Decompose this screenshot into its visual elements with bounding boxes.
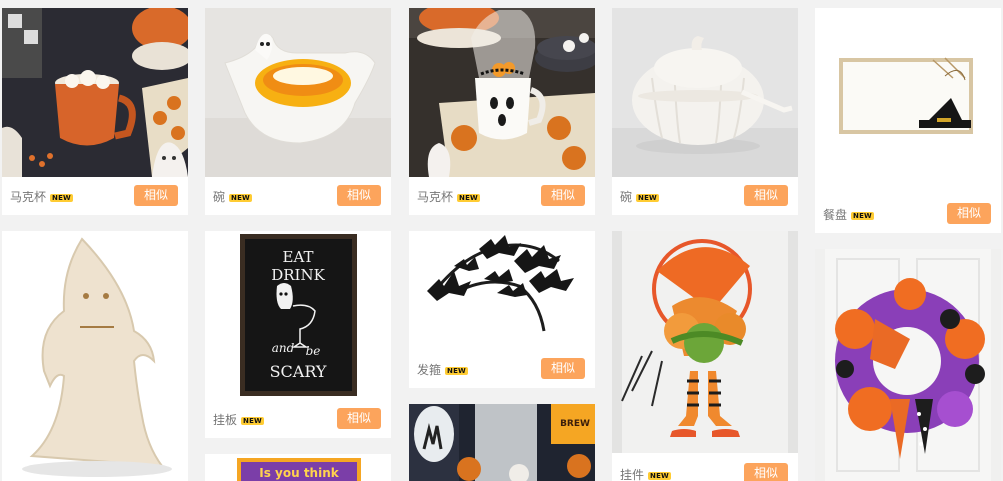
product-label: 碗 NEW: [620, 188, 659, 205]
product-image[interactable]: [815, 8, 1001, 195]
category-text: 挂件: [620, 468, 645, 481]
product-image[interactable]: [612, 8, 798, 177]
product-card-headband[interactable]: 发箍 NEW 相似: [409, 231, 595, 388]
similar-button[interactable]: 相似: [337, 408, 381, 429]
product-label: 发箍 NEW: [417, 361, 468, 378]
similar-button[interactable]: 相似: [744, 185, 788, 206]
category-text: 发箍: [417, 363, 442, 377]
similar-button[interactable]: 相似: [744, 463, 788, 481]
product-label: 餐盘 NEW: [823, 206, 874, 223]
product-image[interactable]: [409, 8, 595, 177]
sign-text-eat: EAT: [283, 248, 314, 266]
product-card-bowl-2[interactable]: 碗 NEW 相似: [612, 8, 798, 215]
brew-text: BREW: [560, 419, 590, 429]
category-text: 马克杯: [10, 190, 47, 204]
card-footer: 碗 NEW 相似: [205, 175, 391, 215]
sign-text-scary: SCARY: [270, 362, 327, 381]
card-footer: 挂板 NEW 相似: [205, 398, 391, 438]
product-label: 马克杯 NEW: [10, 188, 73, 205]
product-image[interactable]: [2, 231, 188, 481]
card-footer: 马克杯 NEW 相似: [409, 175, 595, 215]
similar-button[interactable]: 相似: [337, 185, 381, 206]
product-card-mesh-wreath[interactable]: [815, 249, 1001, 481]
product-label: 挂板 NEW: [213, 411, 264, 428]
product-card-mug-1[interactable]: 马克杯 NEW 相似: [2, 8, 188, 215]
product-card-table-setting[interactable]: BREW: [409, 404, 595, 481]
new-badge: NEW: [851, 211, 874, 220]
similar-button[interactable]: 相似: [947, 203, 991, 224]
product-card-wall-sign[interactable]: EAT DRINK and be SCARY 挂板 NEW 相似: [205, 231, 391, 438]
product-label: 马克杯 NEW: [417, 188, 480, 205]
product-image[interactable]: [409, 231, 595, 350]
similar-button[interactable]: 相似: [541, 185, 585, 206]
product-card-burlap-ghost[interactable]: [2, 231, 188, 481]
card-footer: 餐盘 NEW 相似: [815, 193, 1001, 233]
product-image[interactable]: [815, 249, 1001, 481]
product-image[interactable]: EAT DRINK and be SCARY: [205, 231, 391, 400]
sign-text-drink: DRINK: [271, 266, 325, 284]
product-image[interactable]: [612, 231, 798, 453]
category-text: 碗: [213, 190, 226, 204]
sign-text-and: and: [272, 341, 295, 355]
new-badge: NEW: [50, 193, 73, 202]
product-card-witch-wreath[interactable]: 挂件 NEW 相似: [612, 231, 798, 481]
new-badge: NEW: [229, 193, 252, 202]
card-footer: 挂件 NEW 相似: [612, 453, 798, 481]
category-text: 马克杯: [417, 190, 454, 204]
card-footer: 发箍 NEW 相似: [409, 348, 595, 388]
card-footer: 碗 NEW 相似: [612, 175, 798, 215]
card-text: Is you think: [259, 466, 340, 480]
category-text: 碗: [620, 190, 633, 204]
card-footer: 马克杯 NEW 相似: [2, 175, 188, 215]
product-card-mug-2[interactable]: 马克杯 NEW 相似: [409, 8, 595, 215]
product-card-tray[interactable]: 餐盘 NEW 相似: [815, 8, 1001, 233]
product-image[interactable]: [2, 8, 188, 177]
new-badge: NEW: [241, 416, 264, 425]
product-card-bowl-1[interactable]: 碗 NEW 相似: [205, 8, 391, 215]
product-image[interactable]: Is you think: [205, 454, 391, 481]
sign-text-be: be: [306, 344, 321, 358]
product-image[interactable]: [205, 8, 391, 177]
product-label: 挂件 NEW: [620, 466, 671, 481]
product-label: 碗 NEW: [213, 188, 252, 205]
product-card-purple-card[interactable]: Is you think: [205, 454, 391, 481]
similar-button[interactable]: 相似: [134, 185, 178, 206]
category-text: 挂板: [213, 413, 238, 427]
new-badge: NEW: [648, 471, 671, 480]
new-badge: NEW: [636, 193, 659, 202]
similar-button[interactable]: 相似: [541, 358, 585, 379]
product-image[interactable]: BREW: [409, 404, 595, 481]
category-text: 餐盘: [823, 208, 848, 222]
new-badge: NEW: [445, 366, 468, 375]
new-badge: NEW: [457, 193, 480, 202]
